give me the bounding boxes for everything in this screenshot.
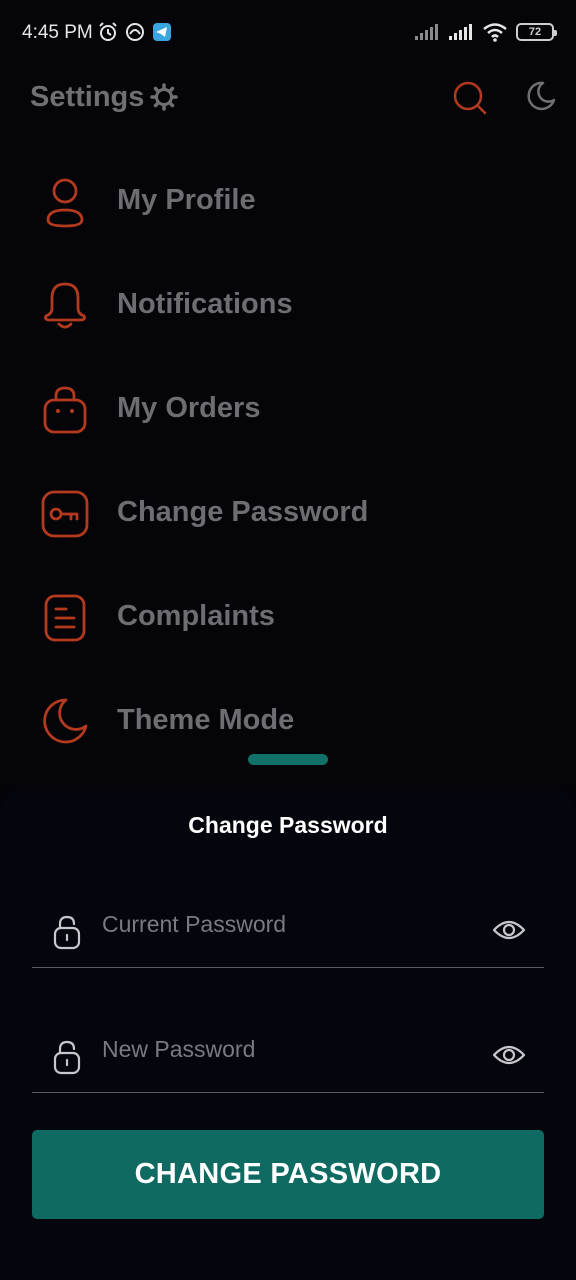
- status-left-icons: [98, 22, 172, 42]
- status-time: 4:45 PM: [22, 22, 93, 43]
- menu-label: My Orders: [117, 392, 261, 424]
- menu-label: Change Password: [117, 496, 369, 528]
- menu-item-complaints[interactable]: Complaints: [0, 566, 576, 670]
- page-title: Settings: [30, 81, 145, 113]
- menu-label: Complaints: [117, 600, 275, 632]
- user-icon: [46, 178, 84, 228]
- menu-label: Notifications: [117, 288, 293, 320]
- key-icon: [41, 490, 89, 538]
- header: Settings: [0, 70, 576, 126]
- eye-icon[interactable]: [492, 1041, 526, 1069]
- app-icon: [126, 23, 144, 41]
- alarm-icon: [99, 22, 117, 41]
- menu-item-my-profile[interactable]: My Profile: [0, 150, 576, 254]
- battery-level: 72: [528, 26, 542, 38]
- document-icon: [44, 594, 86, 642]
- lock-icon: [53, 1040, 81, 1075]
- sheet-drag-handle[interactable]: [248, 754, 328, 765]
- bag-icon: [43, 386, 87, 434]
- wifi-icon: [483, 23, 507, 42]
- sheet-title: Change Password: [188, 812, 388, 838]
- menu-item-notifications[interactable]: Notifications: [0, 254, 576, 358]
- moon-icon: [43, 698, 88, 744]
- status-bar: 4:45 PM 72: [0, 0, 576, 70]
- eye-icon[interactable]: [492, 916, 526, 944]
- lock-icon: [53, 915, 81, 950]
- menu-item-change-password[interactable]: Change Password: [0, 462, 576, 566]
- new-password-input[interactable]: [102, 1029, 472, 1069]
- battery-icon: 72: [516, 23, 557, 41]
- change-password-button[interactable]: CHANGE PASSWORD: [32, 1130, 544, 1219]
- search-icon[interactable]: [452, 80, 488, 116]
- gear-icon[interactable]: [150, 83, 178, 111]
- status-right: 72: [414, 22, 557, 42]
- signal-icon: [449, 24, 472, 40]
- settings-menu: My Profile Notifications My Orders Chang…: [0, 150, 576, 774]
- telegram-icon: [153, 23, 171, 41]
- bell-icon: [44, 282, 86, 329]
- change-password-sheet: Change Password CHANGE PASSWORD: [0, 790, 576, 1280]
- menu-label: My Profile: [117, 184, 256, 216]
- new-password-field: [32, 1013, 544, 1093]
- signal-icon: [415, 24, 438, 40]
- menu-label: Theme Mode: [117, 704, 295, 736]
- current-password-input[interactable]: [102, 904, 472, 944]
- moon-icon[interactable]: [525, 80, 557, 112]
- menu-item-my-orders[interactable]: My Orders: [0, 358, 576, 462]
- current-password-field: [32, 888, 544, 968]
